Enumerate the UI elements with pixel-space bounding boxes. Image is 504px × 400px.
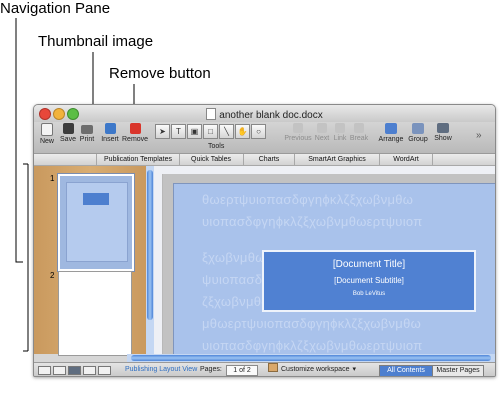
save-button[interactable]: Save	[58, 123, 78, 143]
rectangle-shape-icon[interactable]: □	[203, 124, 218, 139]
new-label: New	[39, 138, 54, 145]
publishing-layout-view-icon[interactable]	[68, 366, 81, 375]
tab-quick-tables[interactable]: Quick Tables	[179, 154, 244, 165]
printer-icon	[81, 125, 93, 134]
vertical-ruler	[154, 174, 163, 354]
word-document-window: another blank doc.docx New Save Print In…	[33, 104, 496, 377]
background-text-line: ξχωβνμθω	[202, 250, 266, 265]
break-label: Break	[349, 135, 369, 142]
document-subtitle: [Document Subtitle]	[334, 276, 404, 285]
notebook-view-icon[interactable]	[98, 366, 111, 375]
navigation-pane-scroll-thumb[interactable]	[147, 170, 153, 320]
toolbar-overflow-icon[interactable]: »	[476, 130, 482, 141]
page-thumbnail-2[interactable]	[58, 271, 132, 356]
insert-page-icon	[104, 123, 116, 134]
group-label: Group	[408, 136, 428, 143]
next-label: Next	[314, 135, 330, 142]
document-canvas: θωερτψυιοπασδφγηϕκλζξχωβνμθω υιοπασδφγηϕ…	[163, 174, 495, 356]
save-label: Save	[60, 136, 76, 143]
workspace-icon	[268, 363, 278, 372]
navigation-pane-scrollbar[interactable]	[146, 166, 154, 354]
arrange-label: Arrange	[378, 136, 404, 143]
background-text-line: ψυιοπασδ	[202, 272, 263, 287]
arrange-icon	[385, 123, 397, 134]
hand-tool-icon[interactable]: ✋	[235, 124, 250, 139]
next-button[interactable]: Next	[313, 123, 331, 142]
document-page[interactable]: θωερτψυιοπασδφγηϕκλζξχωβνμθω υιοπασδφγηϕ…	[173, 183, 495, 356]
arrange-button[interactable]: Arrange	[377, 123, 405, 143]
new-button[interactable]: New	[36, 123, 58, 145]
tools-label: Tools	[208, 143, 225, 150]
background-text-line: υιοπασδφγηϕκλζξχωβνμθωερτψυιοπ	[202, 214, 423, 229]
oval-shape-icon[interactable]: ○	[251, 124, 266, 139]
new-document-icon	[41, 123, 53, 136]
document-author: Bob LeVitus	[352, 291, 386, 297]
window-title-text: another blank doc.docx	[219, 110, 323, 121]
insert-button[interactable]: Insert	[98, 123, 122, 143]
document-title: [Document Title]	[332, 259, 406, 270]
status-bar: Publishing Layout View Pages: 1 of 2 Cus…	[34, 362, 495, 376]
link-icon	[335, 123, 345, 133]
chevron-down-icon: ▾	[352, 366, 356, 373]
tools-group: ➤ T ▣ □ ╲ ✋ ○	[155, 124, 275, 139]
navigation-pane-leader	[15, 18, 23, 263]
navigation-pane: 1 2	[34, 166, 146, 356]
page-number-2: 2	[50, 271, 55, 280]
break-button[interactable]: Break	[349, 123, 369, 142]
previous-label: Previous	[284, 135, 312, 142]
link-button[interactable]: Link	[331, 123, 349, 142]
pages-value: 1 of 2	[226, 365, 258, 376]
text-box-icon[interactable]: T	[171, 124, 186, 139]
document-title-block[interactable]: [Document Title] [Document Subtitle] Bob…	[262, 250, 476, 312]
insert-label: Insert	[101, 136, 119, 143]
group-icon	[412, 123, 424, 134]
select-arrow-icon[interactable]: ➤	[155, 124, 170, 139]
print-label: Print	[79, 136, 95, 143]
show-label: Show	[434, 135, 452, 142]
horizontal-scroll-thumb[interactable]	[131, 355, 491, 361]
elements-gallery-tabs: Publication Templates Quick Tables Chart…	[34, 154, 495, 166]
background-text-line: υιοπασδφγηϕκλζξχωβνμθωερτψυιοπ	[202, 338, 423, 353]
remove-button[interactable]: Remove	[122, 123, 148, 143]
break-link-icon	[354, 123, 364, 133]
print-button[interactable]: Print	[77, 123, 97, 143]
remove-page-icon	[129, 123, 141, 134]
document-icon	[206, 108, 217, 120]
title-bar: another blank doc.docx	[34, 105, 495, 122]
tab-all-contents[interactable]: All Contents	[379, 365, 433, 376]
horizontal-scrollbar[interactable]	[127, 354, 495, 362]
previous-button[interactable]: Previous	[284, 123, 312, 142]
show-button[interactable]: Show	[432, 123, 454, 142]
outline-view-icon[interactable]	[53, 366, 66, 375]
background-text-line: θωερτψυιοπασδφγηϕκλζξχωβνμθω	[202, 192, 414, 207]
thumbnail-page-content	[66, 182, 128, 262]
tab-publication-templates[interactable]: Publication Templates	[96, 154, 180, 165]
tab-master-pages[interactable]: Master Pages	[432, 365, 484, 376]
print-layout-view-icon[interactable]	[83, 366, 96, 375]
customize-workspace-button[interactable]: Customize workspace ▾	[268, 363, 356, 376]
customize-workspace-label: Customize workspace	[281, 366, 350, 373]
tab-smartart-graphics[interactable]: SmartArt Graphics	[295, 154, 380, 165]
link-label: Link	[333, 135, 347, 142]
image-frame-icon[interactable]: ▣	[187, 124, 202, 139]
remove-label: Remove	[122, 136, 149, 143]
window-title: another blank doc.docx	[34, 108, 495, 121]
page-thumbnail-1[interactable]	[58, 174, 134, 271]
tab-wordart[interactable]: WordArt	[380, 154, 433, 165]
background-text-line: μθωερτψυιοπασδφγηϕκλζξχωβνμθω	[202, 316, 422, 331]
tab-charts[interactable]: Charts	[244, 154, 295, 165]
thumbnail-title-block	[83, 193, 109, 205]
group-button[interactable]: Group	[406, 123, 430, 143]
next-link-icon	[317, 123, 327, 133]
pages-label: Pages:	[200, 366, 222, 373]
layout-view-name: Publishing Layout View	[125, 366, 198, 373]
draft-view-icon[interactable]	[38, 366, 51, 375]
show-icon	[437, 123, 449, 133]
page-number-1: 1	[50, 174, 55, 183]
standard-toolbar: New Save Print Insert Remove ➤ T ▣ □ ╲ ✋ ○ Too…	[34, 122, 495, 154]
floppy-disk-icon	[62, 123, 74, 134]
line-tool-icon[interactable]: ╲	[219, 124, 234, 139]
previous-link-icon	[293, 123, 303, 133]
